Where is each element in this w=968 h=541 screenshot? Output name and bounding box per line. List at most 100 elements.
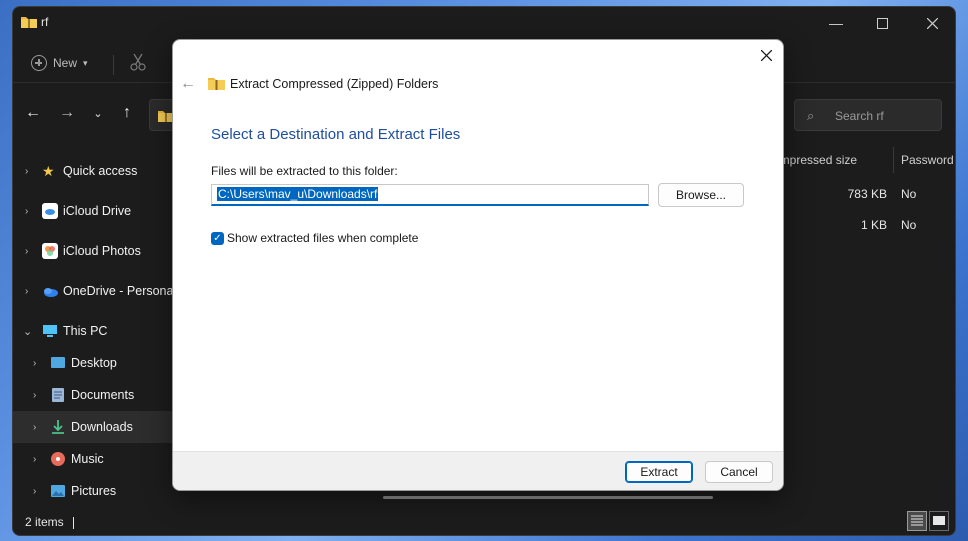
chevron-down-icon: ⌄ — [23, 325, 33, 338]
zip-folder-icon — [21, 17, 37, 28]
dialog-footer: Extract Cancel — [173, 451, 783, 490]
destination-label: Files will be extracted to this folder: — [211, 164, 398, 178]
sidebar-item-quick-access[interactable]: › ★ Quick access — [13, 155, 173, 187]
destination-path-text: C:\Users\mav_u\Downloads\rf — [217, 187, 379, 201]
horizontal-scrollbar[interactable] — [383, 496, 713, 499]
arrow-up-icon: ↑ — [123, 104, 131, 121]
chevron-right-icon: › — [33, 485, 37, 497]
chevron-down-icon: ▾ — [83, 57, 88, 68]
documents-icon — [50, 387, 66, 403]
sidebar-item-label: Pictures — [71, 484, 117, 498]
column-header-compressed-size[interactable]: ompressed size — [773, 153, 857, 167]
pictures-icon — [50, 483, 66, 499]
dialog-back-button[interactable]: ← — [179, 75, 197, 92]
minimize-button[interactable]: — — [813, 7, 859, 39]
photos-icon — [42, 243, 58, 259]
sidebar-item-label: OneDrive - Personal — [63, 284, 177, 298]
title-bar: rf — — [13, 7, 955, 39]
chevron-down-icon: ⌄ — [93, 107, 103, 120]
large-icons-view-button[interactable] — [929, 511, 949, 531]
sidebar-item-label: iCloud Photos — [63, 244, 141, 258]
pc-icon — [42, 323, 58, 339]
sidebar-item-label: This PC — [63, 324, 108, 338]
icloud-icon — [42, 203, 58, 219]
onedrive-icon — [42, 283, 58, 299]
show-files-checkbox[interactable]: ✓ — [211, 232, 224, 245]
chevron-right-icon: › — [25, 165, 29, 177]
column-divider[interactable] — [893, 147, 894, 173]
sidebar-item-documents[interactable]: › Documents — [13, 379, 173, 411]
compressed-size-cell: 1 KB — [860, 218, 887, 232]
column-headers: ompressed size Password — [773, 147, 955, 179]
chevron-right-icon: › — [25, 205, 29, 217]
back-button[interactable]: ← — [21, 101, 45, 125]
table-row[interactable]: 783 KB No — [773, 183, 955, 207]
window-title: rf — [41, 15, 49, 29]
chevron-right-icon: › — [25, 245, 29, 257]
plus-icon — [31, 55, 47, 71]
close-window-button[interactable] — [909, 7, 955, 39]
download-icon — [50, 419, 66, 435]
close-icon — [760, 49, 772, 61]
cancel-button[interactable]: Cancel — [705, 461, 773, 483]
column-header-password[interactable]: Password — [901, 153, 954, 167]
music-icon — [50, 451, 66, 467]
browse-button[interactable]: Browse... — [658, 183, 744, 207]
sidebar-item-icloud-photos[interactable]: › iCloud Photos — [13, 235, 173, 267]
chevron-right-icon: › — [25, 285, 29, 297]
sidebar-item-music[interactable]: › Music — [13, 443, 173, 475]
up-button[interactable]: ↑ — [115, 101, 139, 125]
destination-path-input[interactable]: C:\Users\mav_u\Downloads\rf — [211, 184, 649, 206]
dialog-close-button[interactable] — [755, 44, 777, 66]
sidebar-item-this-pc[interactable]: ⌄ This PC — [13, 315, 173, 347]
maximize-icon — [876, 17, 888, 29]
chevron-right-icon: › — [33, 357, 37, 369]
status-divider — [73, 517, 74, 529]
chevron-right-icon: › — [33, 389, 37, 401]
maximize-button[interactable] — [859, 7, 905, 39]
zip-folder-icon — [208, 78, 225, 90]
desktop-icon — [50, 355, 66, 371]
compressed-size-cell: 783 KB — [847, 187, 887, 201]
sidebar-item-onedrive[interactable]: › OneDrive - Personal — [13, 275, 177, 307]
table-row[interactable]: 1 KB No — [773, 214, 955, 238]
status-bar: 2 items — [13, 511, 955, 535]
tiles-view-icon — [933, 516, 945, 525]
search-box[interactable]: ⌕ Search rf — [794, 99, 942, 131]
recent-locations-button[interactable]: ⌄ — [86, 101, 110, 125]
arrow-left-icon: ← — [25, 104, 41, 121]
chevron-right-icon: › — [33, 421, 37, 433]
show-files-checkbox-label[interactable]: Show extracted files when complete — [227, 231, 418, 245]
sidebar-item-label: iCloud Drive — [63, 204, 132, 218]
toolbar-divider — [113, 55, 114, 75]
search-placeholder: Search rf — [835, 109, 884, 123]
sidebar-item-label: Documents — [71, 388, 135, 402]
new-button-label: New — [53, 56, 78, 70]
new-button[interactable]: New ▾ — [31, 55, 88, 71]
extract-button[interactable]: Extract — [625, 461, 693, 483]
forward-button[interactable]: → — [55, 101, 79, 125]
details-view-button[interactable] — [907, 511, 927, 531]
star-icon: ★ — [42, 163, 55, 179]
sidebar-item-pictures[interactable]: › Pictures — [13, 475, 173, 507]
checkmark-icon: ✓ — [213, 233, 222, 244]
arrow-right-icon: → — [59, 104, 75, 121]
item-count: 2 items — [25, 515, 64, 529]
extract-dialog: ← Extract Compressed (Zipped) Folders Se… — [172, 39, 784, 491]
search-icon: ⌕ — [807, 108, 815, 123]
details-view-icon — [911, 515, 923, 526]
sidebar-item-desktop[interactable]: › Desktop — [13, 347, 173, 379]
sidebar-item-label: Desktop — [71, 356, 117, 370]
sidebar-item-label: Music — [71, 452, 104, 466]
dialog-heading: Select a Destination and Extract Files — [211, 126, 461, 143]
dialog-title: Extract Compressed (Zipped) Folders — [230, 77, 439, 91]
sidebar-item-label: Downloads — [71, 420, 133, 434]
password-cell: No — [901, 187, 917, 201]
cut-button[interactable] — [129, 53, 149, 73]
sidebar-item-downloads[interactable]: › Downloads — [13, 411, 173, 443]
sidebar-item-label: Quick access — [63, 164, 138, 178]
sidebar-item-icloud-drive[interactable]: › iCloud Drive — [13, 195, 173, 227]
password-cell: No — [901, 218, 917, 232]
chevron-right-icon: › — [33, 453, 37, 465]
close-icon — [926, 17, 938, 29]
